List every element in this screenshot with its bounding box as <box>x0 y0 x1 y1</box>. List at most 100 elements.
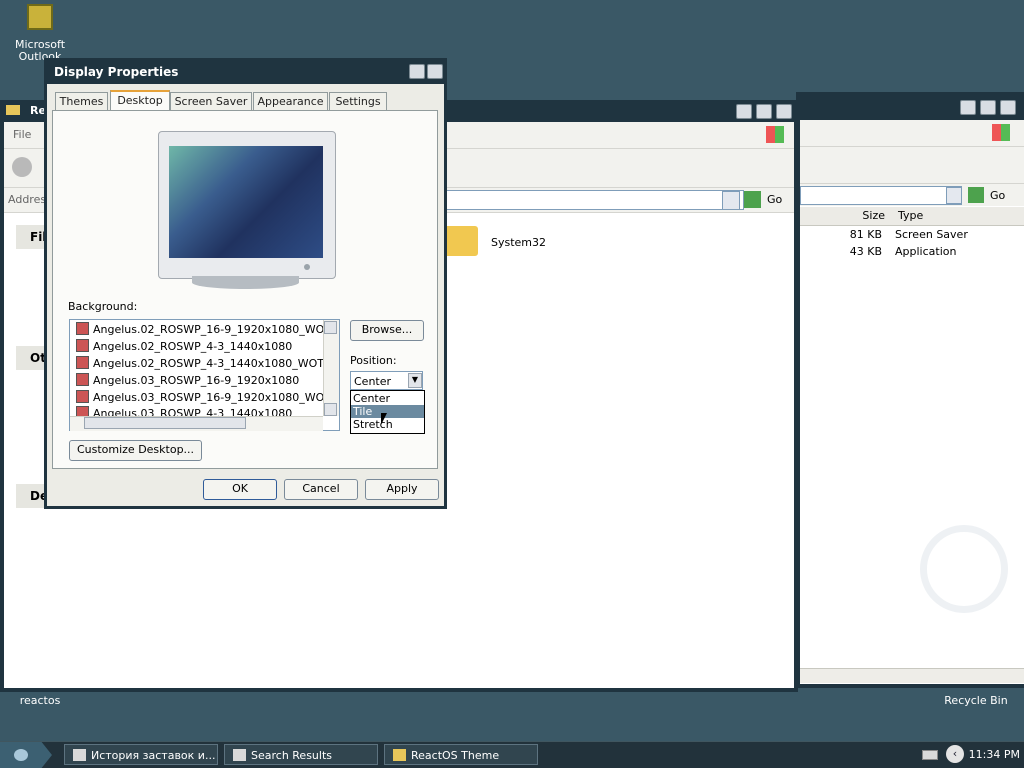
taskbar-item-reactos-theme[interactable]: ReactOS Theme <box>384 744 538 765</box>
vertical-scrollbar[interactable] <box>323 320 339 416</box>
toolbar <box>800 147 1024 184</box>
option-center[interactable]: Center <box>353 392 422 405</box>
address-input[interactable] <box>800 186 962 205</box>
maximize-button[interactable] <box>980 100 996 115</box>
column-type[interactable]: Type <box>898 209 923 222</box>
help-button[interactable] <box>409 64 425 79</box>
folder-icon <box>393 749 406 761</box>
list-item[interactable]: Angelus.02_ROSWP_16-9_1920x1080_WOT <box>76 321 331 338</box>
system32-folder[interactable]: System32 <box>444 224 564 264</box>
image-file-icon <box>76 406 89 416</box>
list-item[interactable]: Angelus.03_ROSWP_4-3_1440x1080 <box>76 405 292 416</box>
monitor-power-icon <box>304 264 310 270</box>
search-results-icon <box>233 749 246 761</box>
reactos-desktop-label[interactable]: reactos <box>6 695 74 707</box>
position-select[interactable]: Center ▼ <box>350 371 423 390</box>
list-item[interactable]: Angelus.03_ROSWP_16-9_1920x1080 <box>76 372 299 389</box>
clock[interactable]: 11:34 PM <box>968 748 1020 761</box>
start-icon <box>14 749 28 761</box>
menu-file[interactable]: File <box>13 128 31 141</box>
panel-head-other[interactable]: Ot <box>16 346 47 370</box>
taskbar-item-label: История заставок и... <box>91 749 216 762</box>
list-item[interactable]: 81 KB Screen Saver <box>800 228 1024 245</box>
explorer-right-body: Go Size Type 81 KB Screen Saver 43 KB Ap… <box>800 120 1024 684</box>
windows-logo-icon <box>992 124 1010 141</box>
close-button[interactable] <box>1000 100 1016 115</box>
list-item-label: Angelus.03_ROSWP_16-9_1920x1080_WOT <box>93 391 332 404</box>
scroll-up-arrow-icon[interactable] <box>324 321 337 334</box>
show-hidden-icons-button[interactable]: ‹ <box>946 745 964 763</box>
maximize-button[interactable] <box>756 104 772 119</box>
go-label[interactable]: Go <box>767 193 782 206</box>
start-button[interactable] <box>0 742 52 768</box>
item-type: Screen Saver <box>895 228 968 241</box>
apply-button[interactable]: Apply <box>365 479 439 500</box>
tab-settings[interactable]: Settings <box>329 92 387 111</box>
horizontal-scrollbar[interactable] <box>800 668 1024 683</box>
back-icon[interactable] <box>12 157 32 177</box>
item-size: 43 KB <box>849 245 882 258</box>
panel-head-details[interactable]: De <box>16 484 48 508</box>
image-file-icon <box>76 322 89 335</box>
go-label[interactable]: Go <box>990 189 1005 202</box>
list-item-label: Angelus.03_ROSWP_4-3_1440x1080 <box>93 407 293 416</box>
tab-screen-saver[interactable]: Screen Saver <box>170 92 252 111</box>
windows-logo-icon <box>766 126 784 143</box>
mouse-cursor-icon <box>381 413 387 425</box>
image-file-icon <box>76 339 89 352</box>
option-stretch[interactable]: Stretch <box>353 418 422 431</box>
address-dropdown[interactable] <box>722 191 740 210</box>
outlook-desktop-icon[interactable]: Microsoft Outlook <box>15 4 65 66</box>
monitor-preview <box>158 131 336 279</box>
browser-icon <box>73 749 86 761</box>
close-button[interactable] <box>427 64 443 79</box>
dialog-title: Display Properties <box>54 65 179 79</box>
panel-head-file[interactable]: File <box>16 225 55 249</box>
taskbar-item-label: ReactOS Theme <box>411 749 500 762</box>
item-type: Application <box>895 245 957 258</box>
taskbar-item-screensaver-history[interactable]: История заставок и... <box>64 744 218 765</box>
list-item-label: Angelus.02_ROSWP_4-3_1440x1080_WOT <box>93 357 325 370</box>
position-label: Position: <box>350 354 397 367</box>
cancel-button[interactable]: Cancel <box>284 479 358 500</box>
recycle-bin-label[interactable]: Recycle Bin <box>940 695 1012 707</box>
column-size[interactable]: Size <box>860 209 885 222</box>
wallpaper-preview <box>169 146 323 258</box>
list-item[interactable]: Angelus.02_ROSWP_4-3_1440x1080 <box>76 338 292 355</box>
customize-desktop-button[interactable]: Customize Desktop... <box>69 440 202 461</box>
minimize-button[interactable] <box>960 100 976 115</box>
address-input[interactable] <box>444 190 744 210</box>
horizontal-scroll-thumb[interactable] <box>84 417 246 429</box>
list-item[interactable]: 43 KB Application <box>800 245 1024 262</box>
scroll-down-arrow-icon[interactable] <box>324 403 337 416</box>
go-arrow-icon[interactable] <box>744 191 761 208</box>
keyboard-icon[interactable] <box>922 750 938 760</box>
tasks-pane: File Ot De <box>14 222 55 662</box>
explorer-window-right: Go Size Type 81 KB Screen Saver 43 KB Ap… <box>796 92 1024 688</box>
folder-label: System32 <box>491 236 547 249</box>
item-size: 81 KB <box>849 228 882 241</box>
chevron-down-icon[interactable]: ▼ <box>408 373 422 388</box>
folder-icon <box>444 226 478 256</box>
image-file-icon <box>76 373 89 386</box>
list-item-label: Angelus.02_ROSWP_4-3_1440x1080 <box>93 340 293 353</box>
option-tile[interactable]: Tile <box>351 405 424 418</box>
taskbar-item-search-results[interactable]: Search Results <box>224 744 378 765</box>
tab-themes[interactable]: Themes <box>55 92 108 111</box>
position-select-value: Center <box>354 375 392 388</box>
image-file-icon <box>76 390 89 403</box>
go-arrow-icon[interactable] <box>968 187 984 203</box>
ok-button[interactable]: OK <box>203 479 277 500</box>
address-dropdown[interactable] <box>946 187 962 204</box>
list-header: Size Type <box>800 207 1024 226</box>
list-item[interactable]: Angelus.02_ROSWP_4-3_1440x1080_WOT <box>76 355 324 372</box>
taskbar-item-label: Search Results <box>251 749 333 762</box>
list-item[interactable]: Angelus.03_ROSWP_16-9_1920x1080_WOT <box>76 389 331 406</box>
list-item-label: Angelus.02_ROSWP_16-9_1920x1080_WOT <box>93 323 332 336</box>
outlook-icon <box>27 4 53 30</box>
close-button[interactable] <box>776 104 792 119</box>
menu-bar <box>800 120 1024 147</box>
browse-button[interactable]: Browse... <box>350 320 424 341</box>
minimize-button[interactable] <box>736 104 752 119</box>
tab-appearance[interactable]: Appearance <box>253 92 328 111</box>
